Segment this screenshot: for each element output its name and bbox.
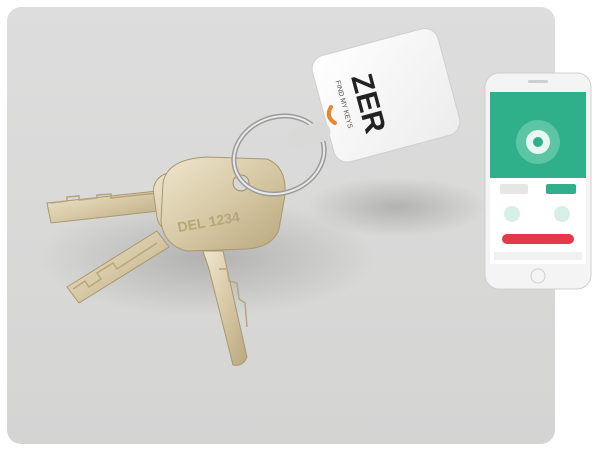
product-photo-card: DEL 1234 ZER FIND MY KEYS bbox=[7, 7, 555, 444]
smartphone-icon bbox=[484, 72, 592, 290]
product-photo: DEL 1234 ZER FIND MY KEYS bbox=[37, 27, 487, 366]
tracker-tag-icon: ZER FIND MY KEYS bbox=[287, 27, 461, 163]
